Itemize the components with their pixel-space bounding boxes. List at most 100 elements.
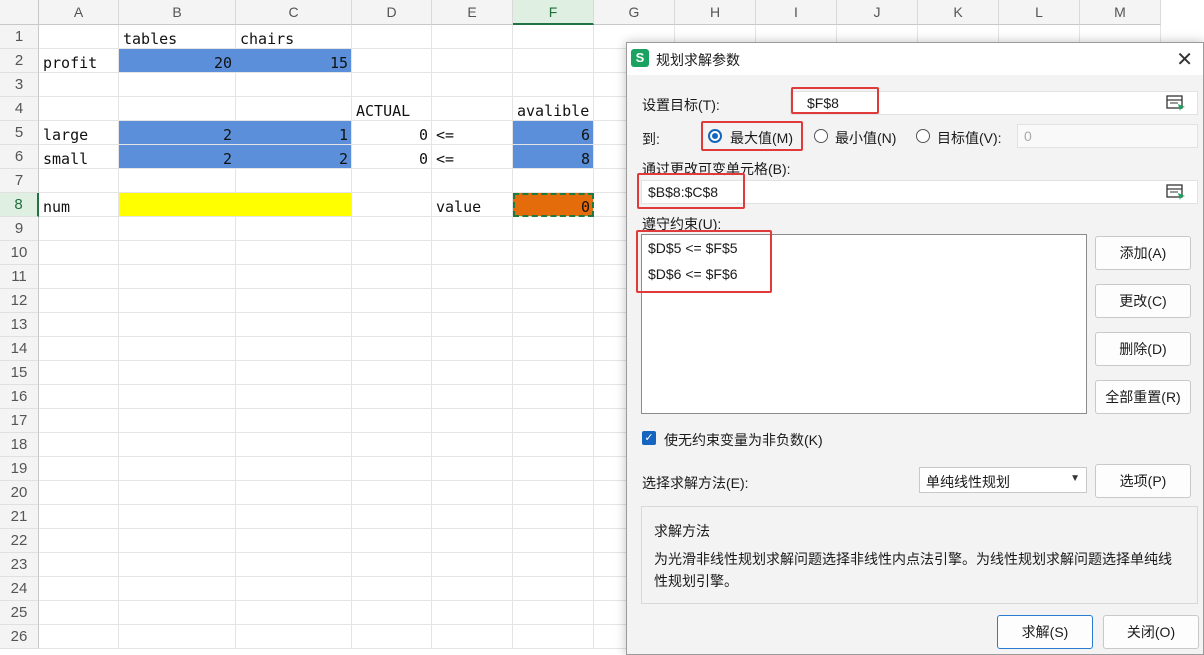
grid-cell[interactable] xyxy=(119,265,236,289)
grid-cell[interactable] xyxy=(352,409,432,433)
grid-cell[interactable] xyxy=(432,457,513,481)
grid-cell[interactable] xyxy=(352,361,432,385)
column-header-c[interactable]: C xyxy=(236,0,352,25)
grid-cell[interactable] xyxy=(236,169,352,193)
grid-cell[interactable] xyxy=(432,361,513,385)
cell-a2[interactable]: profit xyxy=(39,49,119,73)
radio-min[interactable] xyxy=(814,129,828,143)
range-picker-icon[interactable] xyxy=(1166,183,1186,201)
grid-cell[interactable] xyxy=(39,97,119,121)
grid-cell[interactable] xyxy=(513,553,594,577)
grid-cell[interactable] xyxy=(236,577,352,601)
cell-e8[interactable]: value xyxy=(432,193,513,217)
grid-cell[interactable] xyxy=(432,601,513,625)
grid-cell[interactable] xyxy=(352,505,432,529)
row-header-3[interactable]: 3 xyxy=(0,73,39,97)
row-header-9[interactable]: 9 xyxy=(0,217,39,241)
row-header-18[interactable]: 18 xyxy=(0,433,39,457)
grid-cell[interactable] xyxy=(513,409,594,433)
grid-cell[interactable] xyxy=(236,385,352,409)
column-header-f[interactable]: F xyxy=(513,0,594,25)
grid-cell[interactable] xyxy=(352,265,432,289)
grid-cell[interactable] xyxy=(432,625,513,649)
grid-cell[interactable] xyxy=(432,505,513,529)
reset-all-button[interactable]: 全部重置(R) xyxy=(1095,380,1191,414)
grid-cell[interactable] xyxy=(432,97,513,121)
row-header-7[interactable]: 7 xyxy=(0,169,39,193)
column-header-b[interactable]: B xyxy=(119,0,236,25)
grid-cell[interactable] xyxy=(39,481,119,505)
grid-cell[interactable] xyxy=(119,481,236,505)
grid-cell[interactable] xyxy=(352,193,432,217)
delete-button[interactable]: 删除(D) xyxy=(1095,332,1191,366)
grid-cell[interactable] xyxy=(236,97,352,121)
row-header-10[interactable]: 10 xyxy=(0,241,39,265)
grid-cell[interactable] xyxy=(39,433,119,457)
grid-cell[interactable] xyxy=(39,73,119,97)
grid-cell[interactable] xyxy=(236,457,352,481)
row-header-20[interactable]: 20 xyxy=(0,481,39,505)
grid-cell[interactable] xyxy=(236,241,352,265)
row-header-23[interactable]: 23 xyxy=(0,553,39,577)
grid-cell[interactable] xyxy=(432,577,513,601)
grid-cell[interactable] xyxy=(119,601,236,625)
row-header-5[interactable]: 5 xyxy=(0,121,39,145)
grid-cell[interactable] xyxy=(39,313,119,337)
row-header-16[interactable]: 16 xyxy=(0,385,39,409)
grid-cell[interactable] xyxy=(236,361,352,385)
cell-c6[interactable]: 2 xyxy=(236,145,352,169)
cell-c2[interactable]: 15 xyxy=(236,49,352,73)
grid-cell[interactable] xyxy=(236,265,352,289)
cell-b5[interactable]: 2 xyxy=(119,121,236,145)
grid-cell[interactable] xyxy=(432,553,513,577)
column-header-h[interactable]: H xyxy=(675,0,756,25)
grid-cell[interactable] xyxy=(352,313,432,337)
radio-target-label[interactable]: 目标值(V): xyxy=(937,128,1002,148)
grid-cell[interactable] xyxy=(432,481,513,505)
grid-cell[interactable] xyxy=(432,313,513,337)
grid-cell[interactable] xyxy=(39,457,119,481)
method-select[interactable]: 单纯线性规划 ▼ xyxy=(919,467,1087,493)
grid-cell[interactable] xyxy=(236,601,352,625)
grid-cell[interactable] xyxy=(236,217,352,241)
grid-cell[interactable] xyxy=(39,241,119,265)
grid-cell[interactable] xyxy=(432,217,513,241)
grid-cell[interactable] xyxy=(352,625,432,649)
column-header-g[interactable]: G xyxy=(594,0,675,25)
grid-cell[interactable] xyxy=(39,289,119,313)
grid-cell[interactable] xyxy=(513,457,594,481)
cell-e5[interactable]: <= xyxy=(432,121,513,145)
grid-cell[interactable] xyxy=(119,529,236,553)
grid-cell[interactable] xyxy=(513,481,594,505)
grid-cell[interactable] xyxy=(39,385,119,409)
cell-d5[interactable]: 0 xyxy=(352,121,432,145)
grid-cell[interactable] xyxy=(236,433,352,457)
select-all-corner[interactable] xyxy=(0,0,39,25)
cell-d6[interactable]: 0 xyxy=(352,145,432,169)
grid-cell[interactable] xyxy=(236,313,352,337)
grid-cell[interactable] xyxy=(119,625,236,649)
grid-cell[interactable] xyxy=(513,289,594,313)
row-header-4[interactable]: 4 xyxy=(0,97,39,121)
grid-cell[interactable] xyxy=(119,337,236,361)
grid-cell[interactable] xyxy=(236,337,352,361)
grid-cell[interactable] xyxy=(236,409,352,433)
row-header-21[interactable]: 21 xyxy=(0,505,39,529)
grid-cell[interactable] xyxy=(352,289,432,313)
row-header-19[interactable]: 19 xyxy=(0,457,39,481)
grid-cell[interactable] xyxy=(39,25,119,49)
row-header-25[interactable]: 25 xyxy=(0,601,39,625)
nonnegative-label[interactable]: 使无约束变量为非负数(K) xyxy=(664,430,823,450)
grid-cell[interactable] xyxy=(432,433,513,457)
row-header-11[interactable]: 11 xyxy=(0,265,39,289)
column-header-i[interactable]: I xyxy=(756,0,837,25)
grid-cell[interactable] xyxy=(513,361,594,385)
row-header-6[interactable]: 6 xyxy=(0,145,39,169)
filled-range[interactable] xyxy=(119,193,352,217)
grid-cell[interactable] xyxy=(39,529,119,553)
grid-cell[interactable] xyxy=(236,529,352,553)
grid-cell[interactable] xyxy=(352,529,432,553)
grid-cell[interactable] xyxy=(352,337,432,361)
row-header-14[interactable]: 14 xyxy=(0,337,39,361)
grid-cell[interactable] xyxy=(432,73,513,97)
